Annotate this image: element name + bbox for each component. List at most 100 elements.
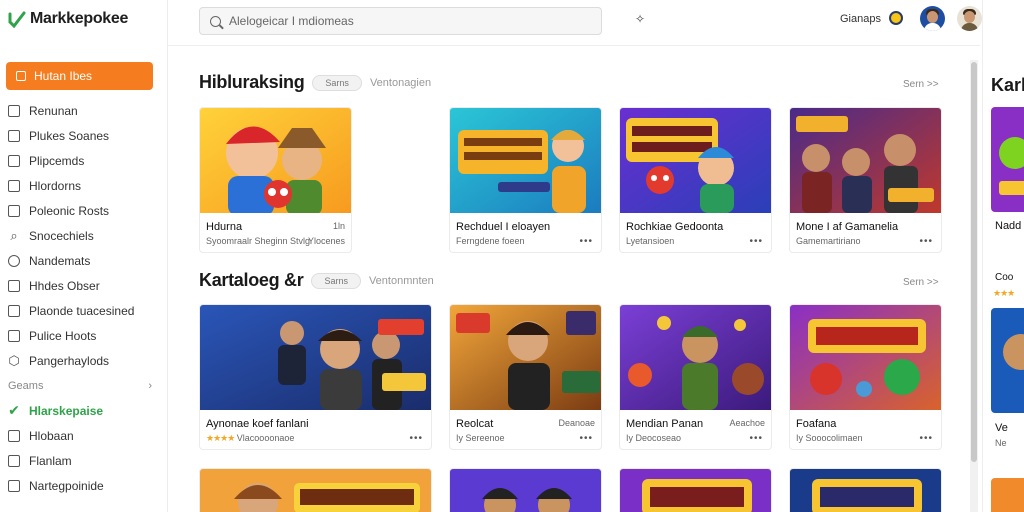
sidebar-item[interactable]: Nandemats [0,248,168,273]
tag-icon: ⌕ [10,227,18,243]
game-thumbnail [620,108,771,213]
document-icon [8,179,20,192]
more-options-icon[interactable]: ••• [919,236,933,247]
image-icon [8,479,20,492]
game-thumbnail [450,108,601,213]
avatar[interactable] [957,6,982,31]
game-card[interactable]: Aynonae koef fanlani ★★★★ Vlacoooonaoe •… [199,304,432,450]
card-tag: Aeachoe [729,418,765,428]
document-icon [16,71,26,81]
game-thumbnail [200,305,431,410]
game-thumbnail [790,108,941,213]
sidebar-item-active[interactable]: ✔ Hlarskepaise [0,398,168,423]
card-meta: Iy Sereenoe [456,433,505,443]
see-all-link[interactable]: Sern >> [903,79,939,90]
game-thumbnail [200,469,431,512]
scrollbar-thumb[interactable] [971,62,977,462]
primary-action-label: Hutan Ibes [34,69,93,83]
game-card[interactable] [789,468,942,512]
game-card[interactable] [449,468,602,512]
document-icon [8,329,20,342]
section-header: Hibluraksing Sarns Ventonagien [199,72,431,93]
search-box[interactable] [199,7,602,35]
section-subtitle: Ventonmnten [368,274,434,287]
sidebar-item-label: Plukes Soanes [29,128,110,143]
card-meta: ★★★★ Vlacoooonaoe [206,433,294,444]
sidebar-item[interactable]: Plaonde tuacesined [0,298,168,323]
sidebar-section-label: Geams [8,379,44,392]
document-icon [8,104,20,117]
document-icon [8,279,20,292]
card-meta-secondary: Ylocenes [307,236,345,246]
game-card[interactable]: Mone I af Gamanelia Gamemartiriano ••• [789,107,942,253]
card-title: Hdurna [206,221,243,233]
more-options-icon[interactable]: ••• [409,433,423,444]
game-thumbnail [620,305,771,410]
game-card[interactable]: Rochkiae Gedoonta Lyetansioen ••• [619,107,772,253]
game-thumbnail [991,107,1024,212]
game-card[interactable]: Foafana Iy Sooocolimaen ••• [789,304,942,450]
sidebar-item[interactable]: ⬡ Pangerhaylods [0,348,168,373]
card-title: Reolcat [456,418,494,430]
primary-action-button[interactable]: Hutan Ibes [6,62,153,90]
spark-icon[interactable]: ✧ [635,12,645,26]
card-title: Nadd [995,220,1022,232]
search-input[interactable] [229,14,589,28]
game-card[interactable] [199,468,432,512]
document-icon [8,454,20,467]
section-pill[interactable]: Sarns [311,272,361,289]
section-pill[interactable]: Sarns [312,74,362,91]
hexagon-icon: ⬡ [8,352,20,368]
coin-icon[interactable] [889,11,903,25]
more-options-icon[interactable]: ••• [749,236,763,247]
game-card[interactable] [991,478,1024,512]
image-icon [8,204,20,217]
rating-stars: ★★★ [993,288,1015,298]
card-title: Mendian Panan [626,418,704,430]
card-meta: Ferngdene foeen [456,236,525,246]
app-logo[interactable]: Markkepokee [8,10,128,28]
document-icon [8,304,20,317]
game-card[interactable]: Hdurna 1ln Syoomraalr Sheginn Stvlg Yloc… [199,107,352,253]
sidebar-item[interactable]: Pulice Hoots [0,323,168,348]
sidebar-item-label: Pulice Hoots [29,328,97,343]
sidebar-item[interactable]: ⌕ Snocechiels [0,223,168,248]
sidebar-item[interactable]: Poleonic Rosts [0,198,168,223]
game-card[interactable]: Reolcat Deanoae Iy Sereenoe ••• [449,304,602,450]
card-meta: Gamemartiriano [796,236,861,246]
card-title: Ve [995,422,1008,434]
sidebar-item[interactable]: Hlordorns [0,173,168,198]
card-title: Aynonae koef fanlani [206,418,309,430]
rating-stars: ★★★★ [206,433,235,443]
right-panel-title: Karl [991,75,1024,95]
sidebar-item[interactable]: Hlobaan [0,423,168,448]
sidebar-item-label: Plaonde tuacesined [29,303,135,318]
game-card[interactable] [991,107,1024,212]
sidebar-item[interactable]: Nartegpoinide [0,473,168,498]
scrollbar[interactable] [970,60,978,512]
sidebar-item[interactable]: Renunan [0,98,168,123]
more-options-icon[interactable]: ••• [579,236,593,247]
sidebar-item[interactable]: Flanlam [0,448,168,473]
see-all-link[interactable]: Sern >> [903,277,939,288]
game-thumbnail [991,478,1024,512]
sidebar-item[interactable]: Hhdes Obser [0,273,168,298]
sidebar-item-label: Hlobaan [29,428,74,443]
card-meta-text: Vlacoooonaoe [236,433,295,443]
more-options-icon[interactable]: ••• [919,433,933,444]
game-thumbnail [991,308,1024,413]
sidebar-section-header[interactable]: Geams › [0,373,168,398]
game-card[interactable] [619,468,772,512]
more-options-icon[interactable]: ••• [749,433,763,444]
more-options-icon[interactable]: ••• [579,433,593,444]
game-card[interactable] [991,308,1024,413]
app-name: Markkepokee [30,10,129,27]
search-icon [8,254,20,267]
game-card[interactable]: Mendian Panan Aeachoe Iy Deocoseao ••• [619,304,772,450]
sidebar-item[interactable]: Plukes Soanes [0,123,168,148]
game-card[interactable]: Rechduel I eloayen Ferngdene foeen ••• [449,107,602,253]
section-header: Kartaloeg &r Sarns Ventonmnten [199,270,434,291]
sidebar-item[interactable]: Plipcemds [0,148,168,173]
topbar-label[interactable]: Gianaps [840,13,881,25]
avatar[interactable] [920,6,945,31]
